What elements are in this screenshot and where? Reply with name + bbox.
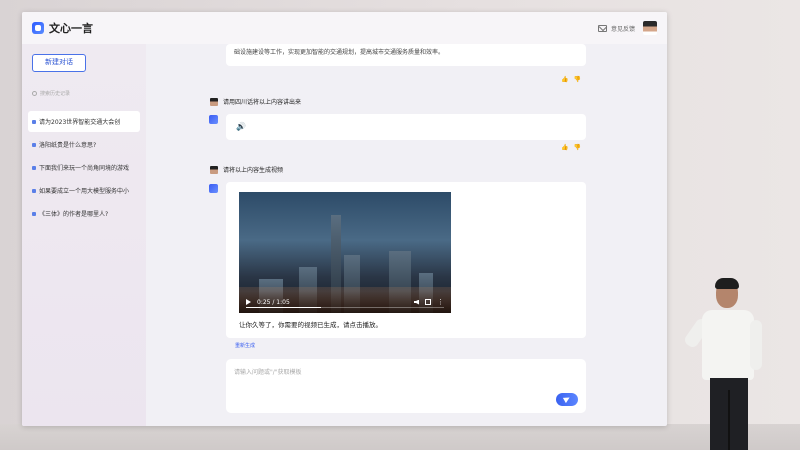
- history-item[interactable]: 《三体》的作者是哪里人?: [28, 203, 140, 224]
- prev-answer-text: 础设施建设等工作，实现更加智能的交通规划，提高城市交通服务质量和效率。: [234, 49, 445, 56]
- presenter: [682, 278, 780, 450]
- video-player[interactable]: 0:25 / 1:05 ⋮: [239, 192, 451, 313]
- play-icon[interactable]: [246, 299, 251, 305]
- user-avatar[interactable]: [643, 21, 657, 35]
- chat-icon: [32, 142, 36, 147]
- feedback-link[interactable]: 意见反馈: [597, 24, 635, 33]
- volume-icon[interactable]: [414, 299, 419, 305]
- user-avatar-icon: [210, 165, 218, 174]
- video-caption: 让你久等了，你需要的视频已生成，请点击播放。: [239, 321, 382, 329]
- video-progress-fill: [246, 307, 322, 308]
- search-placeholder: 搜索历史记录: [40, 91, 71, 97]
- top-bar-actions: 意见反馈: [597, 21, 657, 35]
- history-item[interactable]: 洛阳纸贵是什么意思?: [28, 134, 140, 155]
- presenter-hair: [715, 278, 739, 289]
- chat-input[interactable]: 请输入问题或"/"获取模板: [226, 359, 586, 413]
- fullscreen-icon[interactable]: [425, 299, 431, 305]
- thumbs-down-icon[interactable]: 👎: [573, 76, 580, 83]
- chat-icon: [32, 119, 36, 124]
- question-text: 请将以上内容生成视频: [223, 167, 284, 174]
- thumbs-down-icon[interactable]: 👎: [573, 144, 580, 151]
- presenter-arm: [750, 320, 762, 370]
- audio-answer-bubble: 🔊: [226, 114, 586, 140]
- thumbs-up-icon[interactable]: 👍: [561, 144, 568, 151]
- more-icon[interactable]: ⋮: [437, 298, 444, 306]
- new-chat-button[interactable]: 新建对话: [32, 54, 86, 72]
- video-progress-bar[interactable]: [246, 307, 444, 308]
- user-question: 请用四川话将以上内容讲出来: [210, 97, 301, 106]
- speaker-icon[interactable]: 🔊: [236, 122, 246, 131]
- app-window: 文心一言 意见反馈 新建对话 搜索历史记录 请为2023世界智能交通大会创 洛阳…: [22, 12, 667, 426]
- history-item-label: 如果要成立一个用大模型服务中小: [39, 188, 130, 195]
- question-text: 请用四川话将以上内容讲出来: [223, 99, 302, 106]
- chat-icon: [32, 165, 36, 170]
- search-icon: [32, 91, 37, 96]
- history-item-label: 下面我们来玩一个尚角同境的游戏: [39, 165, 130, 172]
- history-item[interactable]: 如果要成立一个用大模型服务中小: [28, 180, 140, 201]
- video-controls: 0:25 / 1:05 ⋮: [239, 291, 451, 313]
- chat-icon: [32, 188, 36, 193]
- video-time: 0:25 / 1:05: [257, 298, 290, 306]
- input-placeholder: 请输入问题或"/"获取模板: [234, 369, 302, 376]
- history-item[interactable]: 下面我们来玩一个尚角同境的游戏: [28, 157, 140, 178]
- chat-area: 础设施建设等工作，实现更加智能的交通规划，提高城市交通服务质量和效率。 👍 👎 …: [146, 44, 667, 426]
- presenter-legs: [728, 390, 730, 450]
- sidebar: 新建对话 搜索历史记录 请为2023世界智能交通大会创 洛阳纸贵是什么意思? 下…: [22, 44, 146, 426]
- history-item-label: 请为2023世界智能交通大会创: [39, 119, 121, 126]
- presenter-shirt: [702, 310, 754, 380]
- thumbs-up-icon[interactable]: 👍: [561, 76, 568, 83]
- user-avatar-icon: [210, 97, 218, 106]
- app-title: 文心一言: [49, 22, 93, 35]
- bot-icon: [209, 115, 218, 124]
- history-list: 请为2023世界智能交通大会创 洛阳纸贵是什么意思? 下面我们来玩一个尚角同境的…: [28, 111, 140, 224]
- feedback-actions: 👍 👎: [561, 76, 581, 83]
- history-item[interactable]: 请为2023世界智能交通大会创: [28, 111, 140, 132]
- history-item-label: 《三体》的作者是哪里人?: [39, 211, 109, 218]
- regenerate-link[interactable]: 重新生成: [235, 342, 255, 349]
- feedback-label: 意见反馈: [610, 25, 635, 33]
- prev-answer-bubble: 础设施建设等工作，实现更加智能的交通规划，提高城市交通服务质量和效率。: [226, 44, 586, 66]
- top-bar: 文心一言 意见反馈: [22, 12, 667, 44]
- chat-icon: [32, 211, 36, 216]
- logo-icon: [32, 22, 44, 34]
- mail-icon: [597, 24, 607, 32]
- user-question: 请将以上内容生成视频: [210, 165, 283, 174]
- history-item-label: 洛阳纸贵是什么意思?: [39, 142, 97, 149]
- send-button[interactable]: [556, 393, 578, 406]
- history-search[interactable]: 搜索历史记录: [28, 90, 140, 97]
- bot-icon: [209, 184, 218, 193]
- feedback-actions: 👍 👎: [561, 144, 581, 151]
- stage-floor: [0, 424, 800, 450]
